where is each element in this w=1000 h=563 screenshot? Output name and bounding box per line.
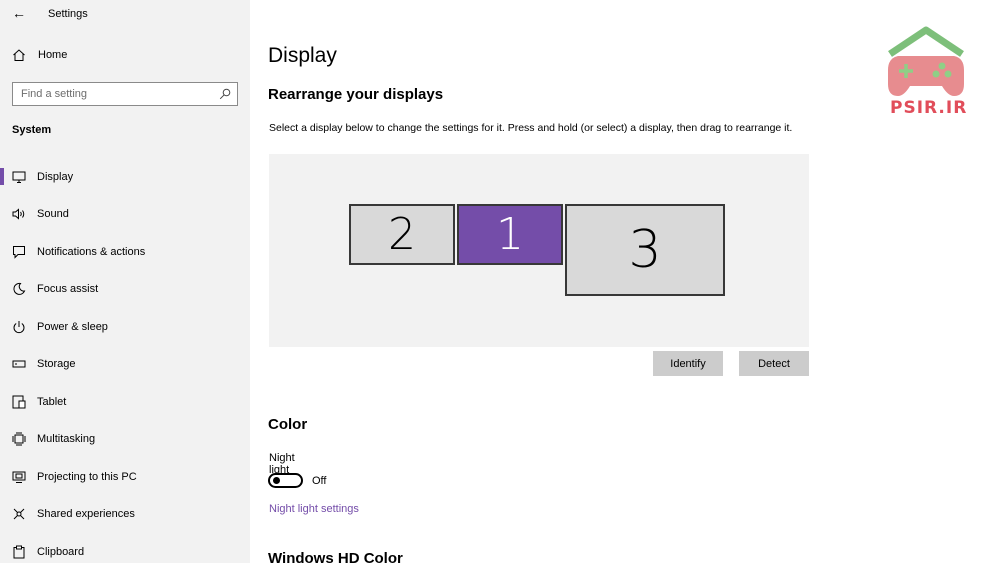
sidebar-item-label: Notifications & actions [37, 245, 146, 258]
section-label-system: System [12, 124, 52, 136]
color-heading: Color [268, 416, 308, 433]
sidebar-item-label: Projecting to this PC [37, 470, 137, 483]
home-label: Home [38, 49, 68, 61]
sidebar-item-label: Focus assist [37, 283, 99, 296]
sidebar-item-storage[interactable]: Storage [0, 346, 250, 384]
identify-button[interactable]: Identify [653, 351, 723, 376]
watermark-text: PSIR.IR [890, 98, 968, 118]
search-box[interactable] [12, 82, 238, 106]
sidebar-item-multitasking[interactable]: Multitasking [0, 421, 250, 459]
search-icon[interactable] [219, 88, 231, 100]
sidebar-item-clipboard[interactable]: Clipboard [0, 533, 250, 563]
monitor-icon [12, 171, 26, 183]
sidebar-item-label: Sound [37, 208, 69, 221]
power-icon [13, 320, 25, 333]
display-2[interactable]: 2 [349, 204, 455, 265]
tablet-icon [12, 395, 26, 409]
sidebar-item-tablet[interactable]: Tablet [0, 383, 250, 421]
display-3[interactable]: 3 [565, 204, 725, 296]
sidebar-nav: Display Sound Notifications & actions Fo… [0, 158, 250, 563]
sidebar-item-power-sleep[interactable]: Power & sleep [0, 308, 250, 346]
rearrange-description: Select a display below to change the set… [269, 122, 793, 134]
sidebar-item-label: Storage [37, 358, 76, 371]
sidebar-item-projecting[interactable]: Projecting to this PC [0, 458, 250, 496]
multitasking-icon [12, 432, 26, 446]
home-nav-item[interactable]: Home [12, 48, 67, 62]
sidebar-item-focus-assist[interactable]: Focus assist [0, 271, 250, 309]
display-arrangement-canvas[interactable]: 2 1 3 [269, 154, 809, 347]
night-light-toggle[interactable] [268, 473, 303, 488]
page-title: Display [268, 44, 337, 67]
search-input[interactable] [13, 83, 203, 105]
sidebar-item-label: Shared experiences [37, 508, 135, 521]
app-title: Settings [48, 8, 88, 20]
rearrange-heading: Rearrange your displays [268, 86, 444, 103]
sidebar-item-label: Multitasking [37, 433, 96, 446]
hd-color-heading: Windows HD Color [268, 550, 403, 563]
speaker-icon [12, 208, 25, 220]
sidebar-item-label: Clipboard [37, 545, 85, 558]
detect-button[interactable]: Detect [739, 351, 809, 376]
clipboard-icon [13, 545, 25, 559]
sidebar-item-display[interactable]: Display [0, 158, 250, 196]
sidebar-item-sound[interactable]: Sound [0, 196, 250, 234]
sidebar: ← Settings Home System Display Sound Not… [0, 0, 250, 563]
night-light-state: Off [312, 475, 327, 487]
projecting-icon [12, 471, 26, 483]
toggle-knob [273, 477, 280, 484]
notification-icon [13, 245, 25, 259]
sidebar-item-label: Display [37, 170, 74, 183]
night-light-settings-link[interactable]: Night light settings [269, 503, 359, 515]
sidebar-item-label: Power & sleep [37, 320, 108, 333]
back-arrow-icon[interactable]: ← [12, 5, 26, 21]
sidebar-item-notifications[interactable]: Notifications & actions [0, 233, 250, 271]
sidebar-item-shared-experiences[interactable]: Shared experiences [0, 496, 250, 534]
moon-icon [13, 283, 26, 296]
storage-icon [12, 360, 26, 368]
title-bar: ← Settings [0, 0, 250, 28]
sidebar-item-label: Tablet [37, 395, 67, 408]
display-1[interactable]: 1 [457, 204, 563, 265]
shared-icon [13, 508, 25, 520]
home-icon [13, 49, 25, 61]
